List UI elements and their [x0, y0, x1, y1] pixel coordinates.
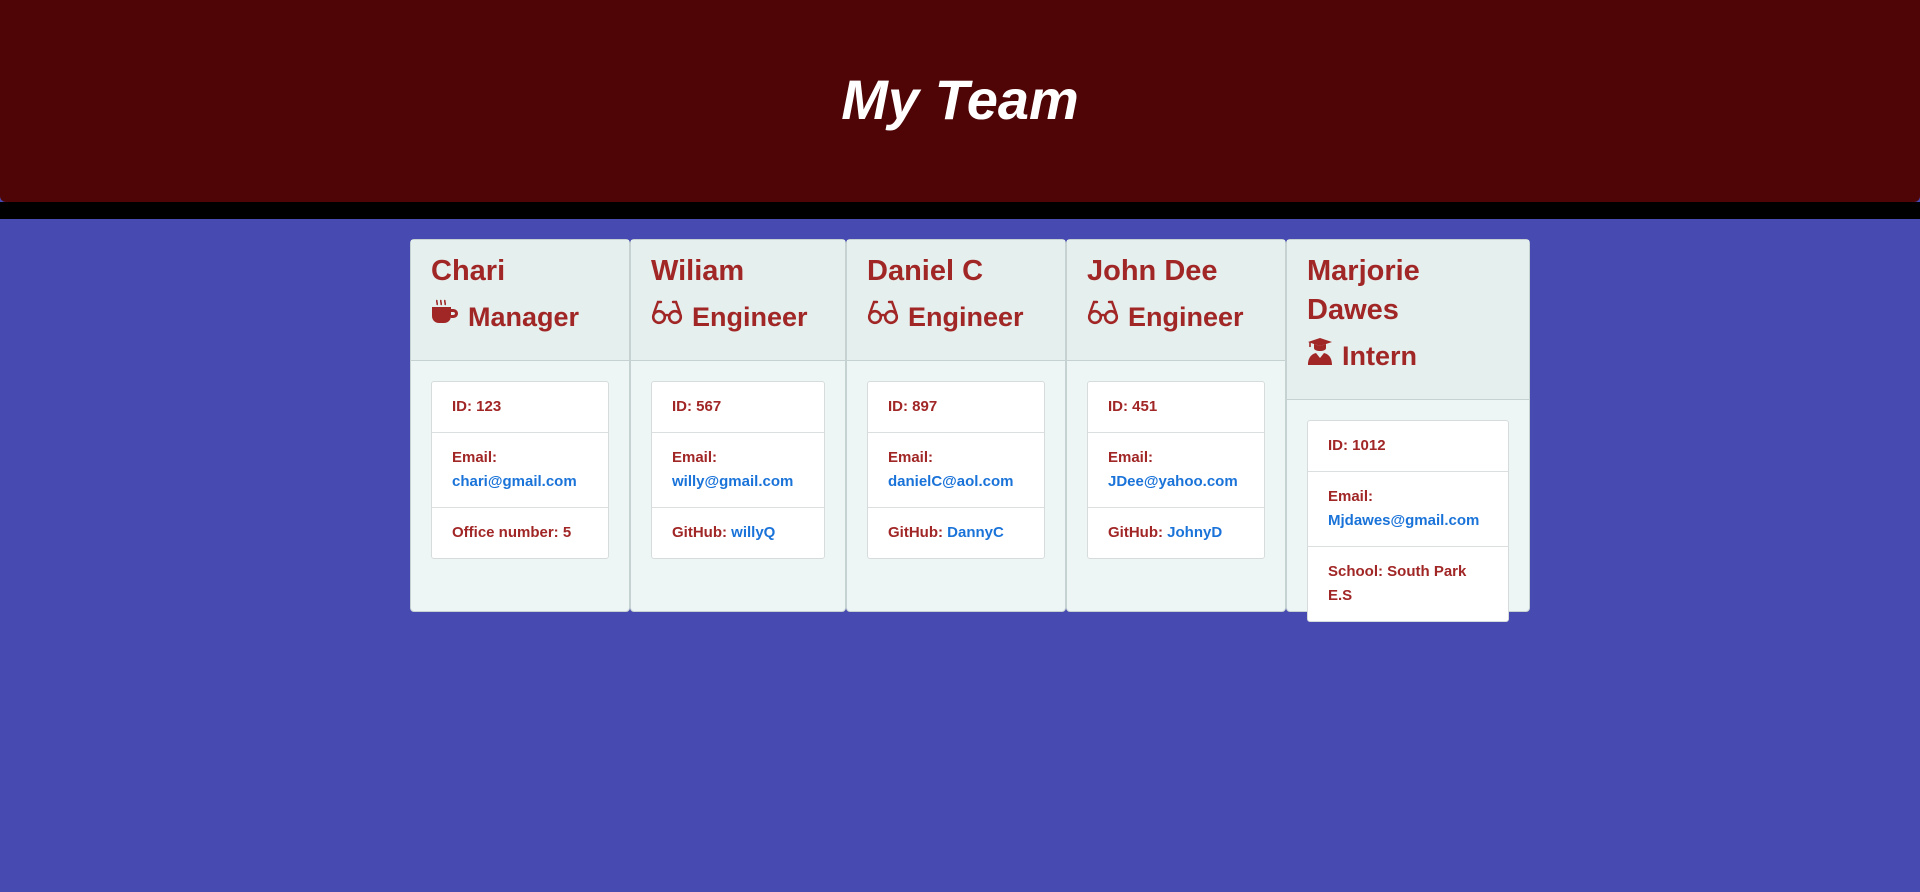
github-label: GitHub: [888, 524, 943, 541]
email-link[interactable]: chari@gmail.com [452, 470, 588, 494]
card-body: ID: 451 Email: JDee@yahoo.com GitHub: Jo… [1067, 361, 1285, 579]
employee-card: Daniel C Engineer ID: 897 Email: danielC… [846, 239, 1066, 612]
email-label: Email: [672, 449, 718, 466]
coffee-mug-icon [431, 297, 468, 337]
email-label: Email: [888, 449, 934, 466]
role-label: Manager [468, 302, 580, 332]
id-item: ID: 451 [1088, 382, 1264, 433]
id-item: ID: 123 [432, 382, 608, 433]
email-item: Email: danielC@aol.com [868, 433, 1044, 508]
employee-role: Engineer [867, 297, 1045, 337]
employee-name: John Dee [1087, 255, 1218, 287]
details-list: ID: 123 Email: chari@gmail.com Office nu… [431, 381, 609, 559]
github-link[interactable]: willyQ [731, 524, 775, 541]
email-label: Email: [452, 449, 498, 466]
employee-role: Engineer [651, 297, 825, 337]
role-label: Intern [1342, 341, 1418, 371]
email-link[interactable]: Mjdawes@gmail.com [1328, 509, 1488, 533]
employee-card: John Dee Engineer ID: 451 Email: JDee@ya… [1066, 239, 1286, 612]
card-body: ID: 567 Email: willy@gmail.com GitHub: w… [631, 361, 845, 579]
employee-name-last: Dawes [1307, 294, 1399, 326]
email-item: Email: JDee@yahoo.com [1088, 433, 1264, 508]
email-label: Email: [1108, 449, 1154, 466]
employee-name: Daniel C [867, 255, 984, 287]
id-item: ID: 567 [652, 382, 824, 433]
page-header: My Team [0, 0, 1920, 202]
employee-name: Wiliam [651, 255, 745, 287]
employee-card: Marjorie Dawes Intern ID: 1012 Email: Mj… [1286, 239, 1530, 622]
school-item: School: South Park E.S [1328, 563, 1467, 604]
employee-card: Wiliam Engineer ID: 567 Email: willy@gma… [630, 239, 846, 612]
glasses-icon [867, 297, 908, 337]
github-item: GitHub: DannyC [868, 508, 1044, 558]
github-label: GitHub: [672, 524, 727, 541]
glasses-icon [651, 297, 692, 337]
github-item: GitHub: willyQ [652, 508, 824, 558]
employee-name: Marjorie Dawes [1307, 252, 1509, 330]
employee-name: Chari [431, 255, 506, 287]
graduate-icon [1307, 336, 1342, 376]
role-label: Engineer [692, 302, 808, 332]
email-item: Email: willy@gmail.com [652, 433, 824, 508]
id-item: ID: 1012 [1308, 421, 1508, 472]
card-body: ID: 897 Email: danielC@aol.com GitHub: D… [847, 361, 1065, 579]
card-body: ID: 1012 Email: Mjdawes@gmail.com School… [1287, 400, 1529, 642]
employee-role: Engineer [1087, 297, 1265, 337]
email-item: Email: Mjdawes@gmail.com [1308, 472, 1508, 547]
glasses-icon [1087, 297, 1128, 337]
github-link[interactable]: JohnyD [1167, 524, 1222, 541]
github-link[interactable]: DannyC [947, 524, 1004, 541]
office-number-item: Office number: 5 [452, 524, 572, 541]
role-label: Engineer [1128, 302, 1244, 332]
card-header: Marjorie Dawes Intern [1287, 240, 1529, 400]
email-label: Email: [1328, 488, 1374, 505]
card-header: Wiliam Engineer [631, 240, 845, 361]
page-title: My Team [841, 68, 1079, 131]
details-list: ID: 1012 Email: Mjdawes@gmail.com School… [1307, 420, 1509, 622]
details-list: ID: 897 Email: danielC@aol.com GitHub: D… [867, 381, 1045, 559]
email-link[interactable]: danielC@aol.com [888, 470, 1024, 494]
card-header: John Dee Engineer [1067, 240, 1285, 361]
github-item: GitHub: JohnyD [1088, 508, 1264, 558]
team-cards: Chari Manager ID: 123 Email: chari@gmail… [410, 239, 1530, 622]
employee-name-first: Marjorie [1307, 255, 1420, 287]
role-label: Engineer [908, 302, 1024, 332]
card-header: Chari Manager [411, 240, 629, 361]
card-header: Daniel C Engineer [847, 240, 1065, 361]
details-list: ID: 567 Email: willy@gmail.com GitHub: w… [651, 381, 825, 559]
employee-role: Manager [431, 297, 609, 337]
header-divider [0, 202, 1920, 219]
email-item: Email: chari@gmail.com [432, 433, 608, 508]
github-label: GitHub: [1108, 524, 1163, 541]
employee-role: Intern [1307, 336, 1509, 376]
email-link[interactable]: JDee@yahoo.com [1108, 470, 1244, 494]
details-list: ID: 451 Email: JDee@yahoo.com GitHub: Jo… [1087, 381, 1265, 559]
email-link[interactable]: willy@gmail.com [672, 470, 804, 494]
card-body: ID: 123 Email: chari@gmail.com Office nu… [411, 361, 629, 579]
id-item: ID: 897 [868, 382, 1044, 433]
employee-card: Chari Manager ID: 123 Email: chari@gmail… [410, 239, 630, 612]
